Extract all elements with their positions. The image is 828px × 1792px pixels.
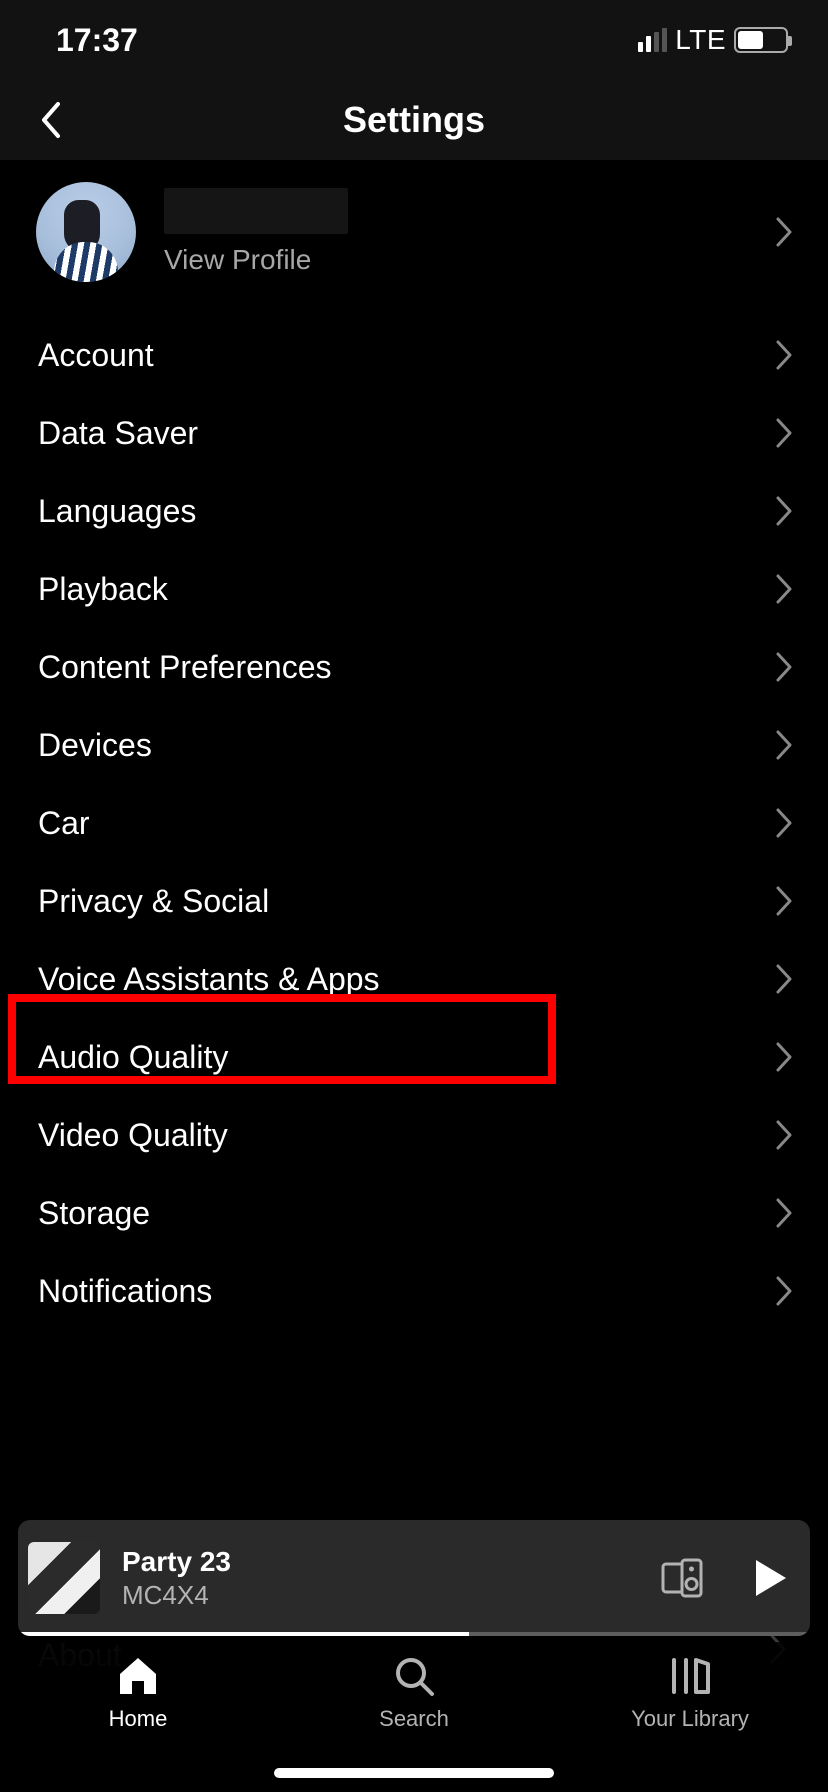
settings-item-label: Playback	[38, 571, 168, 608]
chevron-right-icon	[774, 728, 794, 762]
settings-item-car[interactable]: Car	[0, 784, 828, 862]
settings-item-storage[interactable]: Storage	[0, 1174, 828, 1252]
chevron-right-icon	[774, 650, 794, 684]
chevron-right-icon	[774, 884, 794, 918]
header: Settings	[0, 80, 828, 160]
chevron-right-icon	[774, 1118, 794, 1152]
settings-item-data-saver[interactable]: Data Saver	[0, 394, 828, 472]
progress-fill	[18, 1632, 469, 1636]
chevron-right-icon	[774, 338, 794, 372]
status-right: LTE	[638, 24, 788, 56]
status-time: 17:37	[56, 22, 138, 59]
settings-item-account[interactable]: Account	[0, 316, 828, 394]
chevron-right-icon	[774, 1274, 794, 1308]
profile-name-redacted	[164, 188, 348, 234]
search-icon	[392, 1654, 436, 1698]
battery-icon	[734, 27, 788, 53]
settings-item-label: Devices	[38, 727, 152, 764]
play-icon[interactable]	[752, 1558, 788, 1598]
devices-icon[interactable]	[660, 1558, 704, 1598]
settings-item-label: Audio Quality	[38, 1039, 228, 1076]
settings-item-label: Car	[38, 805, 90, 842]
settings-item-audio-quality[interactable]: Audio Quality	[0, 1018, 828, 1096]
nav-home-label: Home	[109, 1706, 168, 1732]
settings-item-playback[interactable]: Playback	[0, 550, 828, 628]
chevron-right-icon	[774, 572, 794, 606]
profile-row[interactable]: View Profile	[0, 160, 828, 316]
now-playing-artist: MC4X4	[122, 1580, 660, 1611]
now-playing-bar[interactable]: Party 23 MC4X4	[18, 1520, 810, 1636]
chevron-right-icon	[774, 494, 794, 528]
settings-item-video-quality[interactable]: Video Quality	[0, 1096, 828, 1174]
settings-list: Account Data Saver Languages Playback Conten…	[0, 316, 828, 1330]
settings-item-notifications[interactable]: Notifications	[0, 1252, 828, 1330]
now-playing-title: Party 23	[122, 1546, 660, 1578]
chevron-right-icon	[774, 806, 794, 840]
back-button[interactable]	[26, 96, 74, 144]
signal-icon	[638, 28, 667, 52]
settings-item-label: Video Quality	[38, 1117, 228, 1154]
settings-item-voice-assistants-apps[interactable]: Voice Assistants & Apps	[0, 940, 828, 1018]
network-label: LTE	[675, 24, 726, 56]
chevron-left-icon	[38, 100, 62, 140]
nav-home[interactable]: Home	[38, 1654, 238, 1792]
settings-item-label: Notifications	[38, 1273, 212, 1310]
settings-item-label: Storage	[38, 1195, 150, 1232]
status-bar: 17:37 LTE	[0, 0, 828, 80]
settings-item-privacy-social[interactable]: Privacy & Social	[0, 862, 828, 940]
chevron-right-icon	[774, 1196, 794, 1230]
home-icon	[116, 1654, 160, 1698]
settings-item-label: Voice Assistants & Apps	[38, 961, 380, 998]
nav-library-label: Your Library	[631, 1706, 749, 1732]
settings-item-label: Data Saver	[38, 415, 198, 452]
chevron-right-icon	[774, 962, 794, 996]
view-profile-label: View Profile	[164, 244, 774, 276]
library-icon	[668, 1654, 712, 1698]
avatar	[36, 182, 136, 282]
progress-track[interactable]	[18, 1632, 810, 1636]
nav-library[interactable]: Your Library	[590, 1654, 790, 1792]
settings-item-devices[interactable]: Devices	[0, 706, 828, 784]
settings-item-label: Content Preferences	[38, 649, 332, 686]
settings-item-content-preferences[interactable]: Content Preferences	[0, 628, 828, 706]
settings-item-languages[interactable]: Languages	[0, 472, 828, 550]
chevron-right-icon	[774, 416, 794, 450]
settings-item-label: Account	[38, 337, 154, 374]
album-art	[28, 1542, 100, 1614]
chevron-right-icon	[774, 215, 794, 249]
nav-search-label: Search	[379, 1706, 449, 1732]
settings-content: View Profile Account Data Saver Languages P…	[0, 160, 828, 1792]
home-indicator[interactable]	[274, 1768, 554, 1778]
settings-item-label: Languages	[38, 493, 196, 530]
settings-item-label: Privacy & Social	[38, 883, 269, 920]
chevron-right-icon	[774, 1040, 794, 1074]
page-title: Settings	[0, 99, 828, 141]
